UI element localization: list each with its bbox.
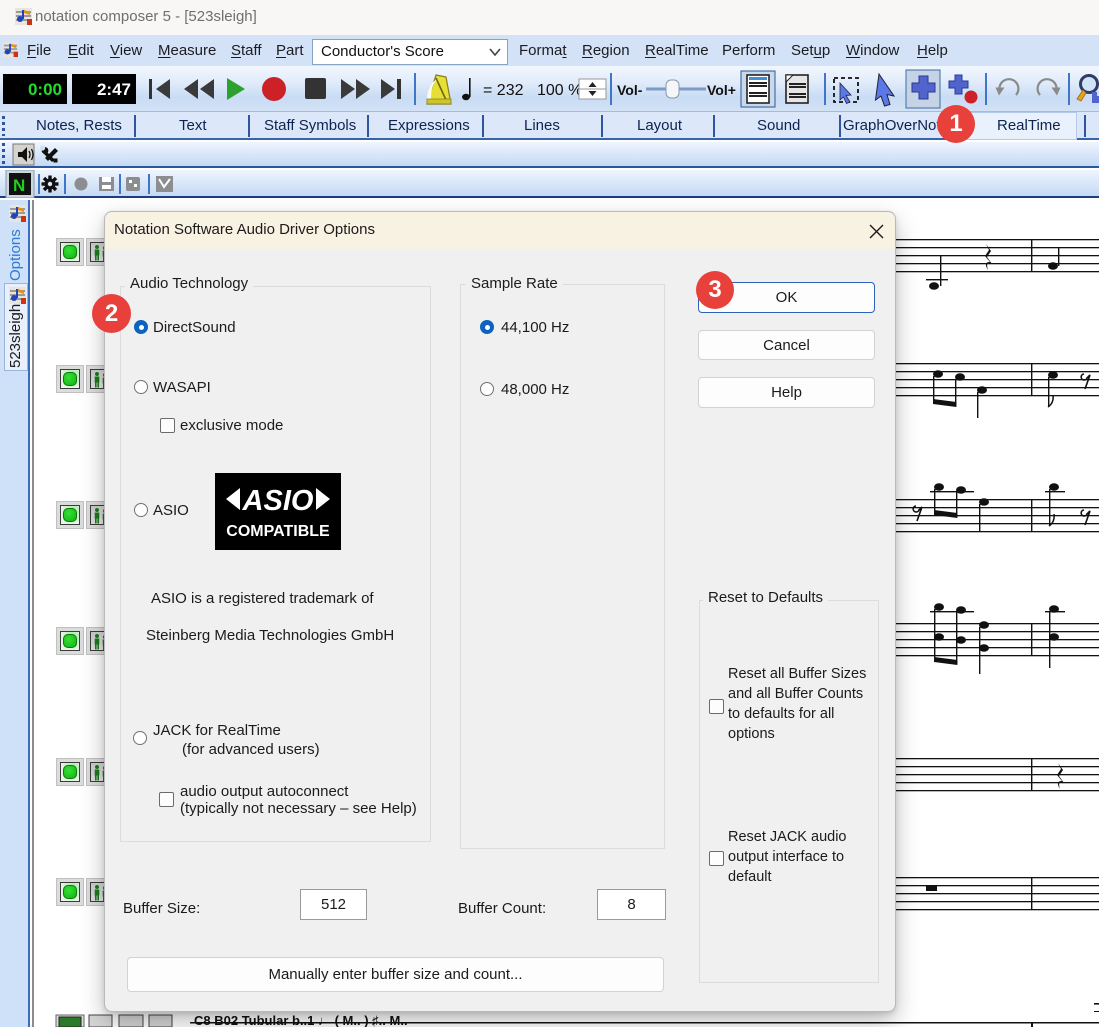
svg-text:C8 B02 Tubular b..1 ♩ ( M.. ): C8 B02 Tubular b..1 ♩ ( M.. ) ♯.. M.. [194, 1013, 408, 1027]
svg-text:ASIO: ASIO [242, 485, 314, 517]
svg-text:N: N [13, 176, 25, 195]
svg-text:100 %: 100 % [537, 82, 582, 99]
svg-text:Vol-: Vol- [617, 82, 643, 98]
svg-text:COMPATIBLE: COMPATIBLE [226, 523, 330, 540]
svg-text:= 232: = 232 [483, 82, 524, 99]
svg-text:0:00: 0:00 [28, 80, 62, 99]
svg-text:2:47: 2:47 [97, 80, 131, 99]
svg-text:Vol+: Vol+ [707, 82, 736, 98]
